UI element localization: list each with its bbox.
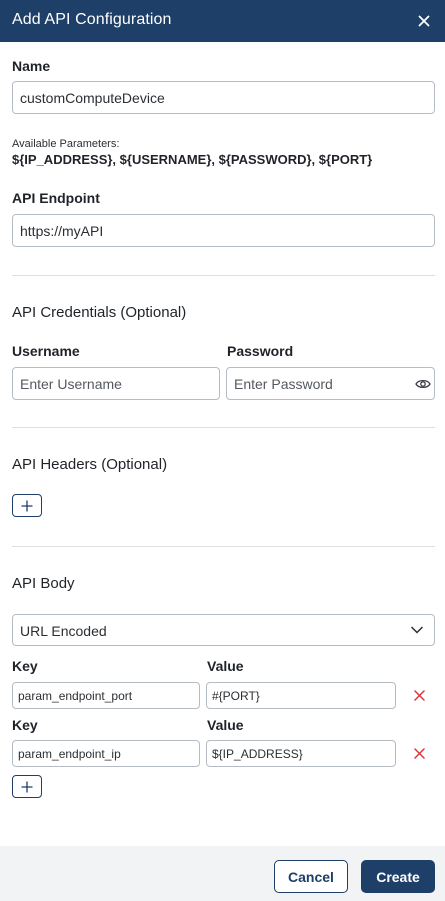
body-value-input[interactable] [206,740,396,767]
value-label: Value [207,717,244,733]
plus-icon [21,781,33,792]
body-encoding-value: URL Encoded [20,623,107,639]
name-input[interactable] [12,81,435,114]
endpoint-input[interactable] [12,214,435,247]
value-label: Value [207,658,244,674]
add-body-row-button[interactable] [12,775,42,798]
remove-x-icon [413,747,425,759]
headers-title: API Headers (Optional) [12,456,168,473]
body-key-input[interactable] [12,740,200,767]
dialog-footer: Cancel Create [0,846,445,901]
body-value-input[interactable] [206,682,396,709]
key-label: Key [12,658,38,674]
credentials-title: API Credentials (Optional) [12,304,187,321]
create-button[interactable]: Create [361,860,435,893]
body-key-input[interactable] [12,682,200,709]
body-encoding-select[interactable]: URL Encoded [12,614,435,646]
dialog-title: Add API Configuration [12,11,172,28]
divider [12,275,435,276]
params-caption: Available Parameters: [12,138,120,150]
remove-row-button[interactable] [411,687,427,703]
divider [12,427,435,428]
username-input[interactable] [12,367,220,400]
chevron-down-icon [410,626,424,634]
name-label: Name [12,58,51,74]
eye-icon[interactable] [415,377,431,389]
remove-row-button[interactable] [411,745,427,761]
username-label: Username [12,343,80,359]
add-header-button[interactable] [12,494,42,517]
params-list: ${IP_ADDRESS}, ${USERNAME}, ${PASSWORD},… [12,152,373,167]
close-button[interactable] [409,6,439,36]
body-title: API Body [12,575,75,592]
endpoint-label: API Endpoint [12,190,100,206]
dialog-header: Add API Configuration [0,0,445,42]
password-label: Password [227,343,294,359]
key-label: Key [12,717,38,733]
plus-icon [21,500,33,511]
remove-x-icon [413,689,425,701]
cancel-button[interactable]: Cancel [274,860,348,893]
divider [12,546,435,547]
close-icon [418,15,430,27]
password-input[interactable] [226,367,435,400]
